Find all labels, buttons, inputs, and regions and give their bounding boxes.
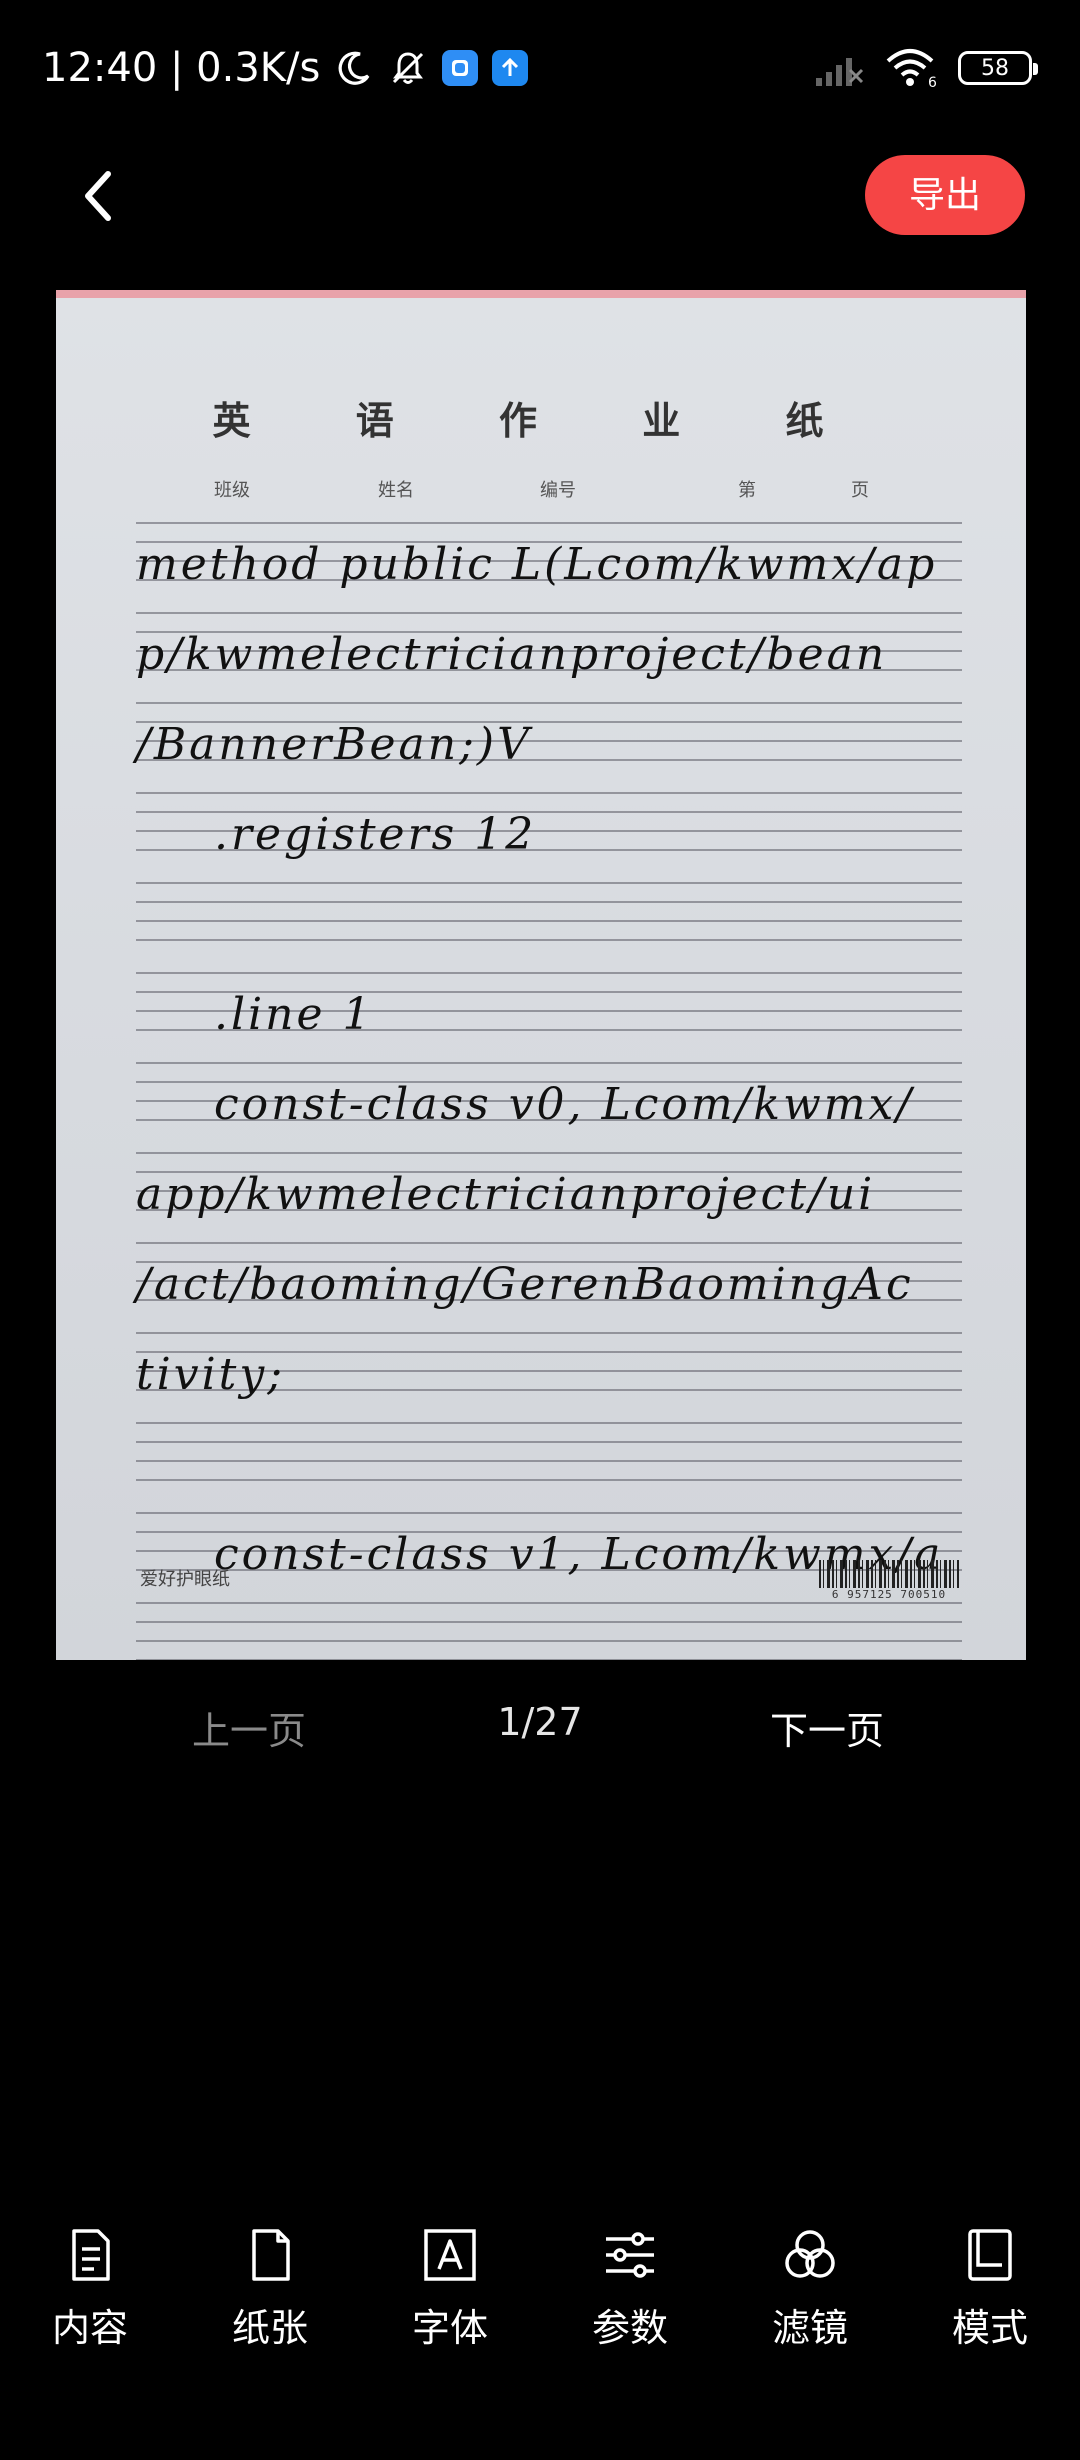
paper-brand: 爱好护眼纸 bbox=[140, 1569, 230, 1590]
tool-label: 模式 bbox=[951, 2306, 1028, 2350]
tool-font[interactable]: 字体 bbox=[370, 2225, 530, 2385]
upload-notification-icon bbox=[492, 50, 529, 86]
page-count: 1/27 bbox=[497, 1700, 583, 1744]
svg-text:6: 6 bbox=[928, 75, 937, 89]
battery-level: 58 bbox=[981, 55, 1009, 81]
paper-top-strip bbox=[56, 290, 1026, 298]
handwriting-block: method public L(Lcom/kwmx/ap p/kwmelectr… bbox=[136, 520, 966, 1600]
paper-title: 英 语 作 业 纸 bbox=[212, 398, 870, 443]
mode-pages-icon bbox=[968, 2229, 1012, 2281]
status-left: 12:40 | 0.3K/s bbox=[42, 44, 529, 92]
paper-field-class: 班级 bbox=[214, 480, 250, 501]
moon-icon bbox=[338, 51, 370, 85]
wifi-icon: 6 bbox=[886, 49, 937, 89]
tool-paper[interactable]: 纸张 bbox=[190, 2225, 350, 2385]
handwriting-line bbox=[136, 880, 966, 970]
signal-icon bbox=[816, 58, 864, 86]
sliders-icon bbox=[606, 2232, 654, 2278]
tool-label: 滤镜 bbox=[771, 2306, 848, 2350]
export-button[interactable]: 导出 bbox=[865, 155, 1025, 235]
next-page-button[interactable]: 下一页 bbox=[770, 1700, 884, 1755]
tool-params[interactable]: 参数 bbox=[550, 2225, 710, 2385]
handwriting-line: /act/baoming/GerenBaomingAc bbox=[136, 1259, 914, 1310]
paper-field-page: 页 bbox=[851, 480, 869, 501]
handwriting-line: .line 1 bbox=[214, 989, 374, 1040]
tool-label: 内容 bbox=[51, 2306, 128, 2350]
handwriting-line: app/kwmelectricianproject/ui bbox=[136, 1169, 876, 1220]
document-lines-icon bbox=[72, 2229, 110, 2281]
pager: 上一页 1/27 下一页 bbox=[0, 1700, 1080, 1760]
paper-icon bbox=[252, 2229, 290, 2281]
paper-fields: 班级 姓名 编号 第 页 bbox=[56, 476, 1026, 506]
status-right: 6 58 bbox=[814, 44, 1038, 92]
barcode-digits: 6 957125 700510 bbox=[831, 1588, 947, 1601]
tool-filter[interactable]: 滤镜 bbox=[730, 2225, 890, 2385]
bottom-toolbar: 内容 纸张 字体 参数 滤镜 模式 bbox=[0, 2225, 1080, 2385]
font-a-icon bbox=[424, 2229, 476, 2281]
paper-field-name: 姓名 bbox=[378, 480, 414, 501]
paper-field-number: 编号 bbox=[540, 480, 576, 501]
barcode-bars bbox=[819, 1560, 959, 1588]
mute-bell-icon bbox=[393, 52, 424, 84]
paper-preview: 英 语 作 业 纸 班级 姓名 编号 第 页 method public L(L… bbox=[56, 290, 1026, 1660]
handwriting-line: /BannerBean;)V bbox=[136, 719, 532, 770]
barcode: 6 957125 700510 bbox=[819, 1560, 959, 1601]
handwriting-line: const-class v0, Lcom/kwmx/ bbox=[214, 1079, 915, 1130]
app-notification-icon bbox=[442, 50, 479, 86]
tool-mode[interactable]: 模式 bbox=[910, 2225, 1070, 2385]
handwriting-line bbox=[136, 1420, 966, 1510]
handwriting-line: method public L(Lcom/kwmx/ap bbox=[136, 539, 938, 590]
tool-label: 字体 bbox=[411, 2306, 488, 2350]
chevron-left-icon bbox=[85, 171, 111, 221]
status-time-speed: 12:40 | 0.3K/s bbox=[42, 45, 321, 91]
handwriting-line: .registers 12 bbox=[214, 809, 537, 860]
tool-label: 纸张 bbox=[231, 2306, 308, 2350]
handwriting-line: tivity; bbox=[136, 1349, 286, 1400]
tool-label: 参数 bbox=[591, 2306, 668, 2350]
status-bar: 12:40 | 0.3K/s 6 58 bbox=[0, 0, 1080, 140]
paper-field-page-no: 第 bbox=[738, 480, 756, 501]
battery-indicator: 58 bbox=[958, 51, 1038, 85]
tool-content[interactable]: 内容 bbox=[10, 2225, 170, 2385]
back-button[interactable] bbox=[62, 160, 134, 232]
filter-circles-icon bbox=[785, 2230, 835, 2278]
handwriting-line: p/kwmelectricianproject/bean bbox=[136, 629, 888, 680]
